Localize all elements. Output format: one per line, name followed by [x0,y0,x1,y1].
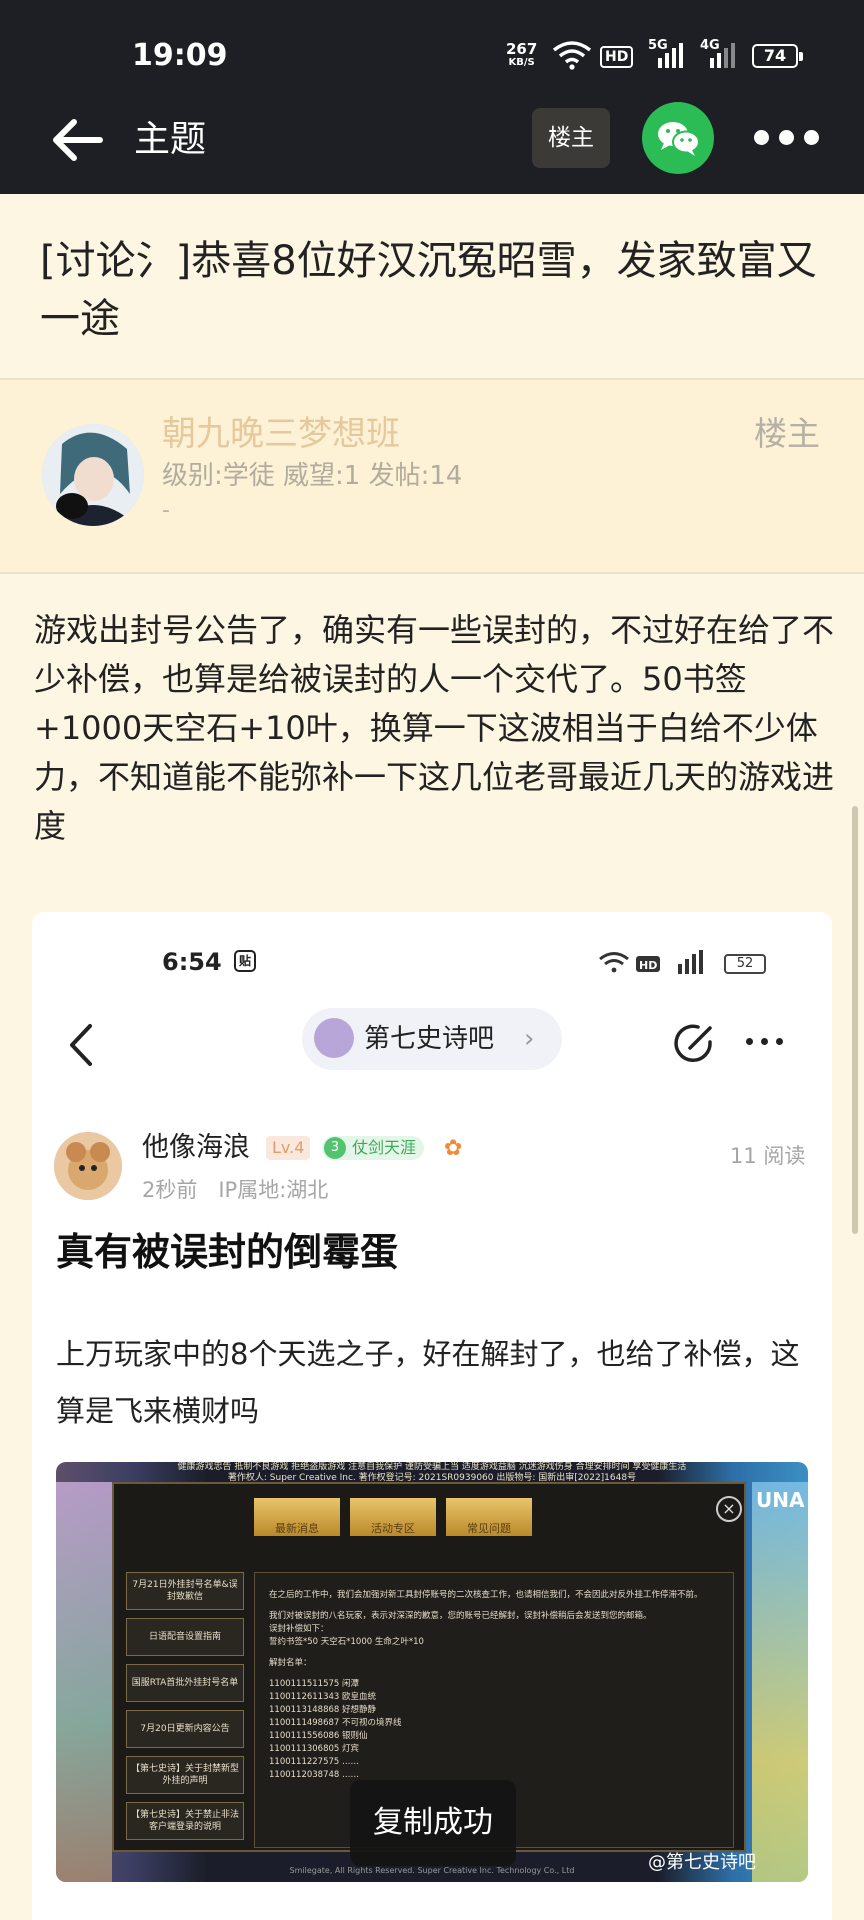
wechat-share-button[interactable] [642,102,714,174]
embed-post-text: 上万玩家中的8个天选之子，好在解封了，也给了补偿，这算是飞来横财吗 [56,1337,800,1428]
embed-signal-icon: HD [599,950,703,974]
embed-post-title: 真有被误封的倒霉蛋 [56,1230,399,1274]
game-character-right [752,1482,808,1882]
embed-forum-name: 第七史诗吧 [364,1024,495,1054]
embed-title-badge: 3 仗剑天涯 [322,1136,425,1160]
game-character-left [56,1482,112,1882]
embed-forum-avatar [314,1018,354,1058]
network-speed-unit: KB/S [508,57,535,68]
game-notice-line: 在之后的工作中，我们会加强对新工具封停账号的二次核查工作，也请相信我们，不会因此… [269,1590,703,1600]
game-tab-news: 最新消息 [254,1498,340,1536]
status-time: 19:09 [132,38,228,73]
game-notice-line [269,1602,719,1610]
embed-forum-pill: 第七史诗吧 › [302,1008,562,1070]
battery-icon: 74 [752,44,803,68]
tieba-watermark: @第七史诗吧 [648,1852,756,1873]
embed-back-icon [70,1024,92,1066]
page-title: 主题 [134,119,207,160]
scrollbar[interactable] [852,806,858,1234]
author-meta: 级别:学徒 威望:1 发帖:14 [162,461,463,491]
game-notice-line: 誓约书签*50 天空石*1000 生命之叶*10 [269,1637,424,1647]
post-title: [讨论氵]恭喜8位好汉沉冤昭雪，发家致富又一途 [40,238,817,342]
wifi-icon [552,41,592,70]
game-tab-events: 活动专区 [350,1498,436,1536]
avatar[interactable] [42,424,144,526]
embed-post-meta: 2秒前 IP属地:湖北 [142,1178,329,1202]
embed-more-icon [746,1038,786,1048]
embed-status-time: 6:54 [162,948,222,976]
hd-icon: HD [600,46,634,68]
embed-level-badge: Lv.4 [266,1136,311,1160]
divider [0,572,864,574]
embed-read-count: 11 阅读 [730,1144,806,1168]
embed-user-avatar [54,1132,122,1200]
embed-user-name: 他像海浪 [142,1132,250,1163]
game-notice-line: 1100111227575 …… [269,1757,360,1767]
wechat-icon [658,122,700,156]
game-tab-faq: 常见问题 [446,1498,532,1536]
game-notice-line: 1100111556086 银则仙 [269,1731,368,1741]
author-signature: - [162,498,170,523]
game-notice-line: 1100111498687 不可视の境界线 [269,1718,402,1728]
game-notice-item: 日语配音设置指南 [126,1618,244,1656]
embed-title-badge-text: 仗剑天涯 [352,1138,417,1157]
game-health-notice-line: 健康游戏忠告 抵制不良游戏 拒绝盗版游戏 注意自我保护 谨防受骗上当 适度游戏益… [177,1462,687,1472]
game-notice-item: 【第七史诗】关于禁止非法客户端登录的说明 [126,1802,244,1840]
author-name[interactable]: 朝九晚三梦想班 [162,410,400,458]
game-health-notice: 健康游戏忠告 抵制不良游戏 拒绝盗版游戏 注意自我保护 谨防受骗上当 适度游戏益… [56,1462,808,1484]
lungs-icon: ✿ [444,1136,463,1161]
game-notice-line: 解封名单： [269,1658,312,1668]
embed-title-badge-num: 3 [324,1137,346,1159]
embedded-screenshot[interactable]: 6:54 贴 HD 52 第七史诗吧 › 他像海浪 Lv.4 3 仗剑天涯 ✿ … [32,912,832,1920]
app-header: 19:09 267 KB/S HD 5G 4G 74 主题 楼主 [0,0,864,194]
embed-edit-icon [674,1024,712,1062]
game-notice-line: 误封补偿如下： [269,1624,329,1634]
author-card: 朝九晚三梦想班 级别:学徒 威望:1 发帖:14 - 楼主 [0,380,864,572]
game-notice-line [269,1670,719,1678]
game-notice-line: 1100111511575 闲潭 [269,1679,360,1689]
owner-badge: 楼主 [754,414,820,453]
post-body: 游戏出封号公告了，确实有一些误封的，不过好在给了不少补偿，也算是给被误封的人一个… [34,611,835,845]
svg-text:HD: HD [639,959,657,972]
only-owner-button[interactable]: 楼主 [532,108,610,168]
game-notice-line [269,1649,719,1657]
chevron-right-icon: › [524,1024,535,1054]
more-options-icon[interactable] [752,128,824,148]
network-speed: 267 KB/S [506,40,538,69]
status-bar: 19:09 267 KB/S HD 5G 4G 74 [0,0,864,104]
copy-success-toast: 复制成功 [350,1780,516,1866]
game-close-icon: × [716,1496,742,1522]
network-speed-value: 267 [506,40,538,58]
game-notice-item: 国服RTA首批外挂封号名单 [126,1664,244,1702]
game-notice-line: 1100112611343 欧皇血统 [269,1692,377,1702]
avatar-image [42,424,144,526]
embed-notification-icon: 贴 [234,950,256,972]
game-notice-line: 我们对被误封的八名玩家，表示对深深的歉意，您的账号已经解封，误封补偿稍后会发送到… [269,1611,652,1621]
game-notice-item: 【第七史诗】关于封禁新型外挂的声明 [126,1756,244,1794]
game-notice-item: 7月21日外挂封号名单&误封致歉信 [126,1572,244,1610]
game-brand-right: UNA [756,1488,805,1512]
game-notice-line: 1100111306805 灯宾 [269,1744,360,1754]
back-arrow-icon[interactable] [50,116,106,164]
game-notice-line: 1100113148868 好想静静 [269,1705,377,1715]
game-notice-item: 7月20日更新内容公告 [126,1710,244,1748]
game-notice-list: 7月21日外挂封号名单&误封致歉信 日语配音设置指南 国服RTA首批外挂封号名单… [126,1572,244,1848]
embed-battery-icon: 52 [724,954,766,974]
